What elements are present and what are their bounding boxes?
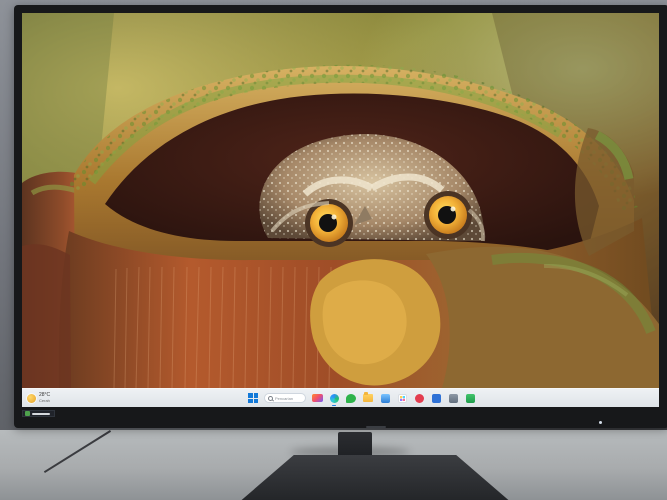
green-app-icon (465, 393, 475, 403)
taskbar-center: Pencarian (247, 391, 476, 406)
monitor: 28°C Cerah Pencarian (14, 5, 667, 428)
weather-widget[interactable]: 28°C Cerah (27, 391, 50, 405)
blue-app-icon (431, 393, 441, 403)
owl-wallpaper-art (22, 13, 659, 388)
blue-app-button[interactable] (430, 392, 442, 404)
microsoft-store-icon (380, 393, 390, 403)
widget-thumbnail-icon (311, 394, 323, 402)
file-explorer-button[interactable] (362, 392, 374, 404)
brand-mark-icon (25, 411, 30, 416)
chat-icon (346, 393, 356, 403)
brand-wordmark (32, 412, 50, 415)
search-icon (268, 395, 273, 401)
search-placeholder: Pencarian (275, 395, 294, 401)
file-explorer-icon (363, 392, 373, 402)
grey-app-button[interactable] (447, 392, 459, 404)
photos-button[interactable] (396, 392, 408, 404)
photos-icon (397, 393, 407, 403)
owl-wallpaper (22, 13, 659, 388)
windows-start-icon (248, 393, 258, 403)
grey-app-icon (448, 393, 458, 403)
weather-condition: Cerah (39, 398, 50, 403)
sun-icon (27, 393, 36, 403)
start-button[interactable] (247, 392, 259, 404)
screen: 28°C Cerah Pencarian (22, 13, 659, 407)
widget-button[interactable] (311, 392, 323, 404)
chat-button[interactable] (345, 392, 357, 404)
weather-text: 28°C Cerah (39, 392, 50, 404)
monitor-logo (22, 410, 55, 417)
red-app-button[interactable] (413, 392, 425, 404)
green-app-button[interactable] (464, 392, 476, 404)
photo-scene: 28°C Cerah Pencarian (0, 0, 667, 500)
edge-button[interactable] (328, 392, 340, 406)
taskbar-search[interactable]: Pencarian (264, 393, 306, 403)
power-led (599, 421, 602, 424)
store-button[interactable] (379, 392, 391, 404)
bottom-bezel-brand (366, 426, 386, 428)
edge-browser-icon (329, 393, 339, 403)
taskbar: 28°C Cerah Pencarian (22, 388, 659, 407)
red-app-icon (414, 393, 424, 403)
